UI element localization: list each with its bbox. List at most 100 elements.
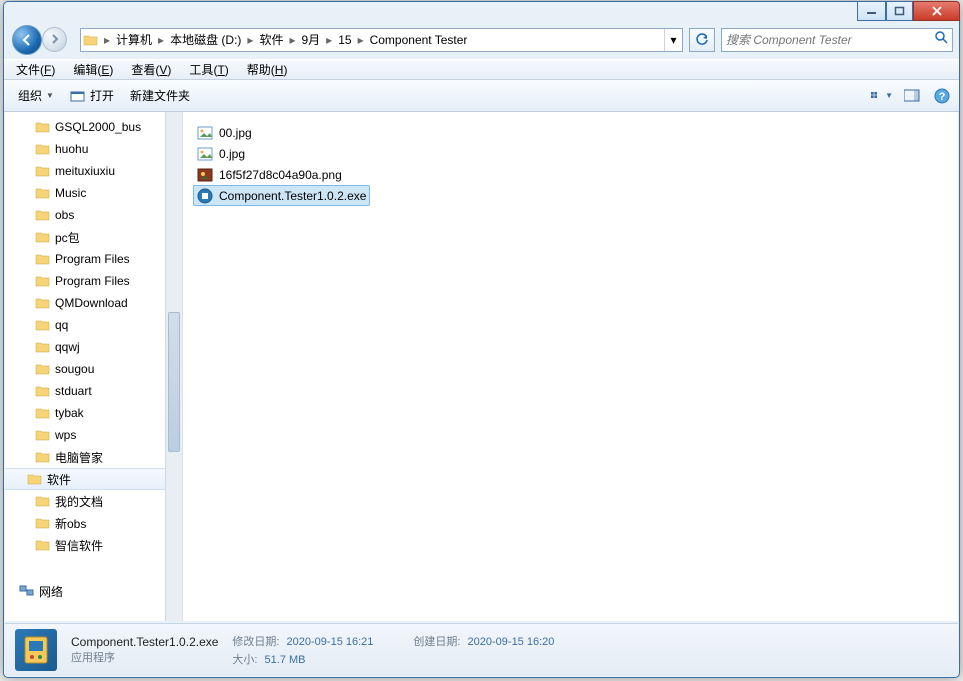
breadcrumb-item[interactable]: 软件 [256,31,286,48]
nav-tree[interactable]: GSQL2000_bushuohu meituxiuxiu Music obs pc包 P… [5,112,183,621]
file-name: 16f5f27d8c04a90a.png [219,168,342,182]
menu-tools[interactable]: 工具(T) [181,59,236,80]
file-name: 00.jpg [219,126,252,140]
tree-item-label: 我的文档 [55,493,103,510]
tree-item-label: meituxiuxiu [55,164,115,178]
tree-item[interactable]: 我的文档 [5,490,182,512]
refresh-button[interactable] [689,28,715,52]
tree-item-label: wps [55,428,76,442]
breadcrumb[interactable]: ▸ 计算机 ▸ 本地磁盘 (D:) ▸ 软件 ▸ 9月 ▸ 15 ▸ Compo… [80,28,683,52]
svg-text:?: ? [939,91,946,103]
tree-item-label: 软件 [47,471,71,488]
search-input[interactable] [721,28,953,52]
details-created-value: 2020-09-15 16:20 [468,636,555,648]
tree-item[interactable]: sougou [5,358,182,380]
view-options-button[interactable]: ▼ [871,87,893,105]
file-name: 0.jpg [219,147,245,161]
breadcrumb-dropdown-button[interactable]: ▾ [664,29,682,51]
preview-pane-button[interactable] [901,87,923,105]
file-item[interactable]: 16f5f27d8c04a90a.png [193,164,346,185]
chevron-right-icon[interactable]: ▸ [101,33,113,47]
tree-item[interactable]: Program Files [5,270,182,292]
address-row: ▸ 计算机 ▸ 本地磁盘 (D:) ▸ 软件 ▸ 9月 ▸ 15 ▸ Compo… [4,24,959,59]
open-button[interactable]: 打开 [62,83,122,108]
menu-help[interactable]: 帮助(H) [239,59,296,80]
tree-item[interactable]: pc包 [5,226,182,248]
minimize-button[interactable] [857,1,886,21]
back-button[interactable] [12,25,42,55]
folder-icon [81,33,101,47]
help-button[interactable]: ? [931,87,953,105]
tree-item-label: huohu [55,142,88,156]
toolbar: 组织 ▼ 打开 新建文件夹 ▼ ? [4,80,959,112]
file-icon [197,125,213,141]
maximize-button[interactable] [886,1,913,21]
details-modified-label: 修改日期: [232,636,283,648]
tree-item-label: qq [55,318,68,332]
tree-item[interactable]: stduart [5,380,182,402]
file-icon [197,188,213,204]
tree-item-label: pc包 [55,229,80,246]
breadcrumb-item[interactable]: 15 [335,33,354,47]
breadcrumb-item[interactable]: 9月 [298,31,323,48]
tree-item[interactable]: huohu [5,138,182,160]
tree-item[interactable]: meituxiuxiu [5,160,182,182]
tree-item[interactable]: QMDownload [5,292,182,314]
menu-file[interactable]: 文件(F) [8,59,63,80]
details-modified-value: 2020-09-15 16:21 [287,636,374,648]
tree-item[interactable]: 软件 [5,468,182,490]
file-item[interactable]: 00.jpg [193,122,256,143]
tree-scrollbar[interactable] [165,112,182,621]
tree-item-label: Music [55,186,86,200]
tree-item[interactable]: qq [5,314,182,336]
file-icon [197,146,213,162]
tree-item-label: Program Files [55,252,130,266]
tree-item-label: 电脑管家 [55,449,103,466]
search-icon[interactable] [934,30,948,49]
tree-item[interactable]: qqwj [5,336,182,358]
details-size-value: 51.7 MB [265,654,306,666]
chevron-right-icon[interactable]: ▸ [286,33,298,47]
chevron-right-icon[interactable]: ▸ [355,33,367,47]
menu-view[interactable]: 查看(V) [123,59,179,80]
tree-item-label: stduart [55,384,92,398]
tree-item-label: sougou [55,362,94,376]
file-item[interactable]: 0.jpg [193,143,249,164]
search-field[interactable] [726,33,934,47]
tree-item-network[interactable]: 网络 [5,580,182,602]
tree-item[interactable]: 新obs [5,512,182,534]
breadcrumb-item[interactable]: Component Tester [367,33,471,47]
tree-item[interactable]: Music [5,182,182,204]
tree-item[interactable]: GSQL2000_bus [5,116,182,138]
close-button[interactable] [913,1,960,21]
menu-edit[interactable]: 编辑(E) [65,59,121,80]
tree-item-label: tybak [55,406,84,420]
tree-item-label: QMDownload [55,296,128,310]
organize-button[interactable]: 组织 ▼ [10,83,62,108]
chevron-right-icon[interactable]: ▸ [244,33,256,47]
chevron-right-icon[interactable]: ▸ [155,33,167,47]
forward-button[interactable] [42,27,67,52]
details-filetype: 应用程序 [71,649,218,665]
scrollbar-thumb[interactable] [168,312,180,452]
titlebar[interactable] [4,2,959,24]
tree-item[interactable]: tybak [5,402,182,424]
chevron-right-icon[interactable]: ▸ [323,33,335,47]
explorer-window: ▸ 计算机 ▸ 本地磁盘 (D:) ▸ 软件 ▸ 9月 ▸ 15 ▸ Compo… [3,1,960,678]
breadcrumb-item[interactable]: 本地磁盘 (D:) [167,31,244,48]
file-item[interactable]: Component.Tester1.0.2.exe [193,185,370,206]
tree-item[interactable]: 电脑管家 [5,446,182,468]
tree-item[interactable]: 智信软件 [5,534,182,556]
tree-item-label: GSQL2000_bus [55,120,141,134]
tree-item[interactable]: wps [5,424,182,446]
breadcrumb-item[interactable]: 计算机 [113,31,155,48]
tree-item-label: obs [55,208,74,222]
tree-item[interactable]: Program Files [5,248,182,270]
new-folder-button[interactable]: 新建文件夹 [122,83,198,108]
details-size-label: 大小: [232,654,261,666]
tree-item[interactable]: obs [5,204,182,226]
tree-item-label: qqwj [55,340,80,354]
file-list[interactable]: 00.jpg 0.jpg 16f5f27d8c04a90a.png Component… [183,112,958,621]
chevron-down-icon: ▼ [46,91,54,100]
details-filename: Component.Tester1.0.2.exe [71,635,218,649]
